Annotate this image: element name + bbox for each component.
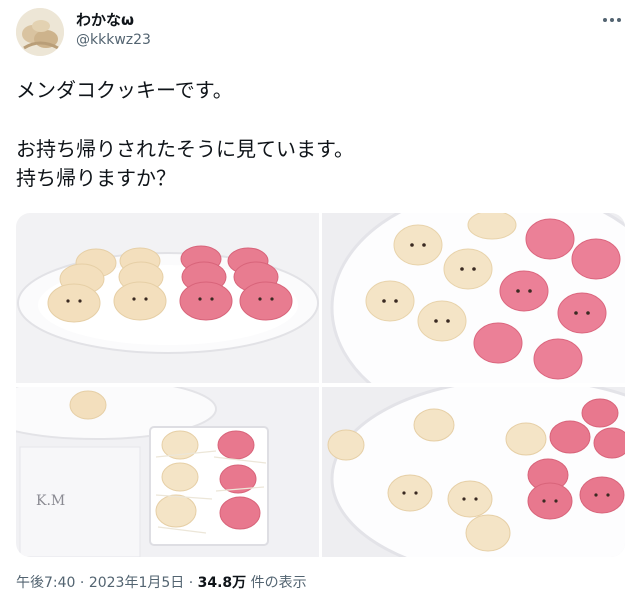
display-name[interactable]: わかなω bbox=[76, 10, 134, 30]
tweet-meta: 午後7:40 · 2023年1月5日 · 34.8万 件の表示 bbox=[16, 574, 307, 592]
tweet-date[interactable]: 2023年1月5日 bbox=[89, 575, 184, 591]
views-count: 34.8万 bbox=[197, 575, 247, 591]
more-options-button[interactable] bbox=[598, 10, 626, 30]
media-grid: K.M bbox=[16, 213, 625, 557]
photo-cookies-gift-box[interactable]: K.M bbox=[16, 387, 319, 557]
meta-separator: · bbox=[188, 575, 194, 591]
tweet-card: わかなω @kkkwz23 メンダコクッキーです。 お持ち帰りされたそうに見てい… bbox=[0, 0, 640, 599]
more-dots-icon bbox=[603, 18, 621, 22]
tweet-text: メンダコクッキーです。 お持ち帰りされたそうに見ています。 持ち帰りますか？ bbox=[16, 76, 616, 193]
views-label: 件の表示 bbox=[250, 575, 307, 591]
photo-cookies-plate-closeup[interactable] bbox=[322, 213, 625, 383]
tweet-paragraph-2: お持ち帰りされたそうに見ています。 持ち帰りますか？ bbox=[16, 137, 354, 190]
user-handle[interactable]: @kkkwz23 bbox=[76, 31, 151, 49]
avatar-image bbox=[16, 8, 64, 56]
photo-cookies-plate-rows[interactable] bbox=[16, 213, 319, 383]
svg-text:K.M: K.M bbox=[36, 493, 65, 509]
box-label: K.M bbox=[36, 493, 65, 509]
tweet-time[interactable]: 午後7:40 bbox=[16, 575, 75, 591]
photo-cookies-plate-mixed[interactable] bbox=[322, 387, 625, 557]
tweet-paragraph-1: メンダコクッキーです。 bbox=[16, 78, 233, 102]
meta-separator: · bbox=[79, 575, 85, 591]
avatar[interactable] bbox=[16, 8, 64, 56]
